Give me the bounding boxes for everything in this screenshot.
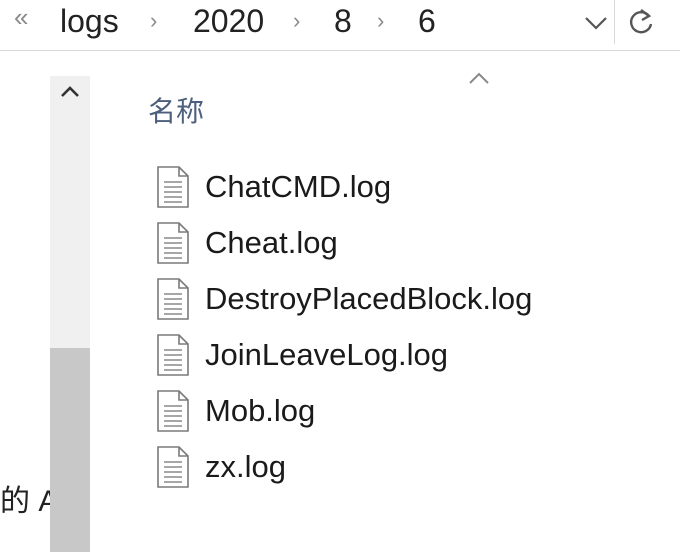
text-file-icon bbox=[157, 390, 189, 432]
chevron-up-icon[interactable] bbox=[58, 82, 82, 102]
nav-scrollbar[interactable] bbox=[50, 76, 90, 552]
column-header-name[interactable]: 名称 bbox=[148, 90, 204, 130]
breadcrumb-2020[interactable]: 2020 bbox=[193, 3, 264, 40]
file-name: JoinLeaveLog.log bbox=[205, 337, 449, 372]
text-file-icon bbox=[157, 334, 189, 376]
breadcrumb-separator[interactable]: › bbox=[150, 8, 157, 34]
text-file-icon bbox=[157, 222, 189, 264]
breadcrumb-logs[interactable]: logs bbox=[60, 3, 119, 40]
file-item-joinleavelog[interactable]: JoinLeaveLog.log bbox=[148, 327, 608, 383]
file-item-mob[interactable]: Mob.log bbox=[148, 383, 608, 439]
file-item-cheat[interactable]: Cheat.log bbox=[148, 215, 608, 271]
text-file-icon bbox=[157, 446, 189, 488]
address-bar[interactable]: « logs › 2020 › 8 › 6 bbox=[0, 0, 680, 51]
file-name: zx.log bbox=[205, 449, 286, 484]
breadcrumb-6[interactable]: 6 bbox=[418, 3, 436, 40]
file-name: Mob.log bbox=[205, 393, 316, 428]
breadcrumb-8[interactable]: 8 bbox=[334, 3, 352, 40]
breadcrumb-separator[interactable]: › bbox=[377, 8, 384, 34]
scrollbar-thumb[interactable] bbox=[50, 348, 90, 552]
refresh-button[interactable] bbox=[614, 0, 680, 44]
file-name: Cheat.log bbox=[205, 225, 338, 260]
file-item-chatcmd[interactable]: ChatCMD.log bbox=[148, 159, 608, 215]
chevron-down-icon[interactable] bbox=[582, 12, 610, 34]
file-name: ChatCMD.log bbox=[205, 169, 392, 204]
file-item-destroyplacedblock[interactable]: DestroyPlacedBlock.log bbox=[148, 271, 608, 327]
file-list: ChatCMD.log Cheat.log DestroyPlacedBlock… bbox=[148, 159, 568, 499]
file-name: DestroyPlacedBlock.log bbox=[205, 281, 533, 316]
refresh-icon bbox=[630, 9, 653, 34]
breadcrumb-overflow-button[interactable]: « bbox=[14, 2, 28, 33]
file-item-zx[interactable]: zx.log bbox=[148, 439, 608, 495]
text-file-icon bbox=[157, 278, 189, 320]
breadcrumb-separator[interactable]: › bbox=[293, 8, 300, 34]
text-file-icon bbox=[157, 166, 189, 208]
sort-ascending-icon bbox=[469, 72, 489, 84]
